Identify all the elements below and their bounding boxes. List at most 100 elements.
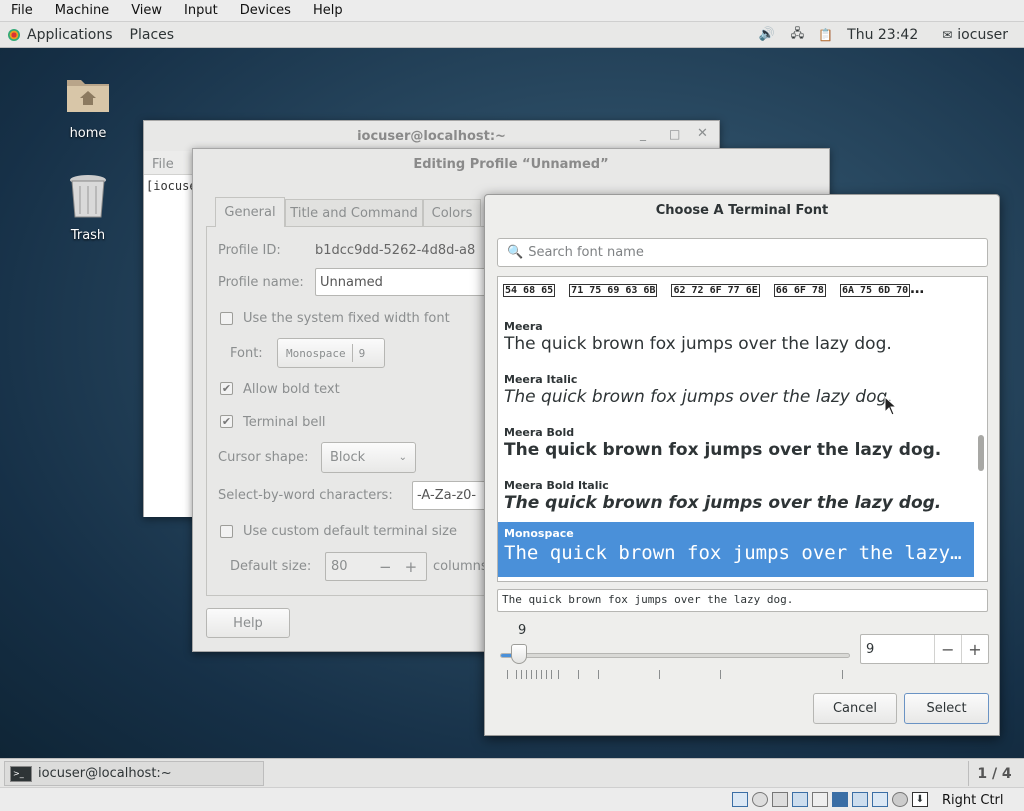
usb-icon[interactable] — [812, 792, 828, 807]
search-icon: 🔍 — [507, 245, 524, 260]
profile-title: Editing Profile “Unnamed” — [413, 156, 609, 172]
applications-icon — [8, 28, 20, 41]
applications-menu[interactable]: Applications — [27, 27, 113, 43]
profile-name-label: Profile name: — [218, 275, 304, 290]
tab-general[interactable]: General — [215, 197, 285, 227]
desktop-icon-label: home — [69, 126, 107, 141]
shared-folders-icon[interactable] — [832, 792, 848, 807]
vbox-menu-devices[interactable]: Devices — [229, 3, 302, 18]
desktop-icon-trash[interactable]: Trash — [48, 172, 128, 243]
vbox-menu-view[interactable]: View — [120, 3, 173, 18]
terminal-title: iocuser@localhost:~ — [357, 128, 506, 144]
preview-text-field[interactable]: The quick brown fox jumps over the lazy … — [497, 589, 988, 612]
chooser-titlebar[interactable]: Choose A Terminal Font — [485, 195, 999, 225]
font-button[interactable]: Monospace 9 — [277, 338, 385, 368]
increment-button[interactable]: + — [962, 640, 988, 659]
plus-icon[interactable]: + — [405, 558, 418, 576]
size-spinbutton[interactable]: 9 − + — [860, 634, 989, 664]
cancel-button[interactable]: Cancel — [813, 693, 897, 724]
bell-label: Terminal bell — [243, 415, 326, 430]
vbox-menu-help[interactable]: Help — [302, 3, 354, 18]
volume-icon[interactable]: 🔊 — [759, 27, 775, 42]
tab-title-and-command[interactable]: Title and Command — [285, 199, 423, 227]
terminal-titlebar[interactable]: iocuser@localhost:~ — [144, 121, 719, 151]
custom-size-label: Use custom default terminal size — [243, 524, 457, 539]
cpu-icon[interactable] — [892, 792, 908, 807]
close-button[interactable]: ✕ — [697, 126, 708, 141]
display-icon[interactable] — [852, 792, 868, 807]
word-chars-field[interactable]: -A-Za-z0- — [412, 481, 492, 510]
vbox-menu-machine[interactable]: Machine — [44, 3, 120, 18]
vbox-menu-file[interactable]: File — [0, 3, 44, 18]
size-slider-ticks — [507, 669, 847, 679]
default-size-spin[interactable]: 80 − + — [325, 552, 427, 581]
font-row-monospace[interactable]: Monospace The quick brown fox jumps over… — [498, 522, 974, 577]
tab-colors[interactable]: Colors — [423, 199, 481, 227]
desktop-icon-home[interactable]: home — [48, 72, 128, 141]
bell-checkbox[interactable]: ✔ — [220, 415, 233, 428]
terminal-prompt: [iocuse — [146, 179, 197, 193]
columns-label: columns — [433, 559, 488, 574]
system-font-checkbox[interactable] — [220, 312, 233, 325]
taskbar-window-terminal[interactable]: >_ iocuser@localhost:~ — [4, 761, 264, 786]
font-row-meera-bold-italic[interactable]: Meera Bold Italic The quick brown fox ju… — [498, 474, 974, 527]
font-row-meera-bold[interactable]: Meera Bold The quick brown fox jumps ove… — [498, 421, 974, 474]
help-button[interactable]: Help — [206, 608, 290, 638]
harddisk-icon[interactable] — [732, 792, 748, 807]
font-search-input[interactable]: 🔍 Search font name — [497, 238, 988, 267]
size-value-label: 9 — [518, 623, 527, 638]
profile-id-value: b1dcc9dd-5262-4d8d-a8 — [315, 243, 476, 258]
host-key-label: Right Ctrl — [942, 793, 1004, 808]
font-list[interactable]: 54 68 65 71 75 69 63 6B 62 72 6F 77 6E 66 6… — [497, 276, 988, 582]
font-chooser-dialog[interactable]: Choose A Terminal Font 🔍 Search font nam… — [484, 194, 1000, 736]
network-adapter-icon[interactable] — [792, 792, 808, 807]
profile-name-field[interactable]: Unnamed — [315, 268, 490, 296]
maximize-button[interactable]: □ — [669, 127, 680, 141]
network-icon[interactable]: 🖧 — [791, 24, 804, 45]
optical-drive-icon[interactable] — [752, 792, 768, 807]
glyph-preview-row[interactable]: 54 68 65 71 75 69 63 6B 62 72 6F 77 6E 66 6… — [503, 281, 963, 303]
system-font-label: Use the system fixed width font — [243, 311, 450, 326]
minus-icon[interactable]: − — [379, 558, 392, 576]
bold-label: Allow bold text — [243, 382, 340, 397]
keyboard-capture-icon[interactable]: ⬇ — [912, 792, 928, 807]
clipboard-icon[interactable]: 📋 — [818, 28, 833, 42]
font-row-meera[interactable]: Meera The quick brown fox jumps over the… — [498, 315, 974, 368]
vbox-statusbar: ⬇ Right Ctrl — [0, 787, 1024, 811]
chevron-down-icon: ⌄ — [398, 452, 407, 463]
font-row-meera-italic[interactable]: Meera Italic The quick brown fox jumps o… — [498, 368, 974, 421]
video-capture-icon[interactable] — [872, 792, 888, 807]
cursor-shape-label: Cursor shape: — [218, 450, 309, 465]
terminal-icon: >_ — [10, 765, 32, 782]
profile-titlebar[interactable]: Editing Profile “Unnamed” — [193, 149, 829, 179]
chooser-title: Choose A Terminal Font — [655, 202, 829, 218]
custom-size-checkbox[interactable] — [220, 525, 233, 538]
size-slider-track[interactable] — [500, 653, 850, 658]
bold-checkbox[interactable]: ✔ — [220, 382, 233, 395]
word-chars-label: Select-by-word characters: — [218, 488, 393, 503]
font-label: Font: — [230, 346, 263, 361]
cursor-shape-select[interactable]: Block ⌄ — [321, 442, 416, 473]
terminal-menu-file[interactable]: File — [152, 157, 174, 172]
audio-icon[interactable] — [772, 792, 788, 807]
desktop-icon-label: Trash — [70, 228, 106, 243]
trash-icon — [70, 175, 106, 218]
vbox-menu-input[interactable]: Input — [173, 3, 229, 18]
home-folder-icon — [67, 80, 109, 112]
select-button[interactable]: Select — [904, 693, 989, 724]
minimize-button[interactable]: _ — [640, 127, 646, 141]
decrement-button[interactable]: − — [935, 640, 961, 659]
vbox-menubar: File Machine View Input Devices Help — [0, 0, 1024, 22]
workspace-indicator[interactable]: 1 / 4 — [968, 761, 1020, 786]
size-slider-handle[interactable] — [510, 644, 527, 664]
font-list-scrollbar[interactable] — [978, 435, 984, 471]
bottom-taskbar: >_ iocuser@localhost:~ 1 / 4 — [0, 758, 1024, 787]
places-menu[interactable]: Places — [130, 27, 175, 43]
mouse-pointer-icon — [884, 396, 897, 416]
default-size-label: Default size: — [230, 559, 312, 574]
profile-id-label: Profile ID: — [218, 243, 281, 258]
user-menu[interactable]: iocuser — [957, 27, 1008, 43]
clock[interactable]: Thu 23:42 — [847, 27, 918, 43]
gnome-top-bar: Applications Places 🔊 🖧 📋 Thu 23:42 ✉ io… — [0, 22, 1024, 48]
user-icon: ✉ — [942, 27, 953, 42]
